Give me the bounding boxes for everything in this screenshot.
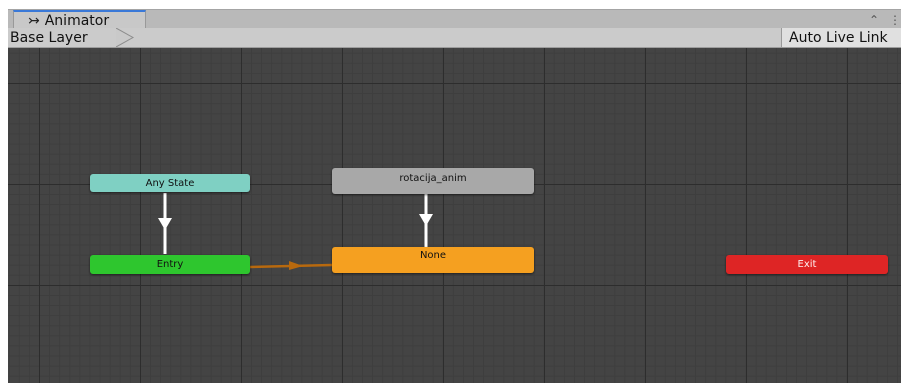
more-options-icon[interactable]: ⋮ [889, 13, 901, 27]
lock-icon[interactable]: ⌃ [869, 13, 879, 27]
tab-toolbar-icons: ⌃ ⋮ [869, 10, 901, 29]
state-entry[interactable]: Entry [90, 255, 250, 274]
breadcrumb-base-layer[interactable]: Base Layer [8, 28, 94, 47]
state-rotacija-anim[interactable]: rotacija_anim [332, 168, 534, 194]
transition-rotacija-to-none-arrow-icon [419, 214, 433, 226]
state-none-label: None [419, 250, 447, 261]
animator-window: ↣ Animator ⌃ ⋮ Base Layer Auto Live Link… [8, 0, 901, 383]
state-entry-label: Entry [156, 259, 184, 270]
auto-live-link-button[interactable]: Auto Live Link [781, 28, 901, 47]
state-rotacija-anim-label: rotacija_anim [399, 173, 467, 184]
tab-animator[interactable]: ↣ Animator [13, 10, 146, 30]
transition-links [158, 193, 433, 270]
animator-graph[interactable]: Any State Entry rotacija_anim None Exit [8, 48, 901, 383]
state-any-state-label: Any State [145, 177, 195, 189]
default-transition-arrow-icon [289, 261, 303, 270]
tab-animator-label: Animator [44, 13, 110, 29]
state-none[interactable]: None [332, 247, 534, 273]
tab-strip: ↣ Animator ⌃ ⋮ [8, 9, 901, 30]
state-any-state[interactable]: Any State [90, 174, 250, 192]
state-exit[interactable]: Exit [726, 255, 888, 274]
breadcrumb-chevron-icon [116, 28, 135, 47]
transition-any-to-entry-arrow-icon [158, 218, 172, 230]
animator-icon: ↣ [28, 13, 40, 29]
state-exit-label: Exit [797, 259, 817, 270]
breadcrumb-bar: Base Layer Auto Live Link [8, 28, 901, 48]
